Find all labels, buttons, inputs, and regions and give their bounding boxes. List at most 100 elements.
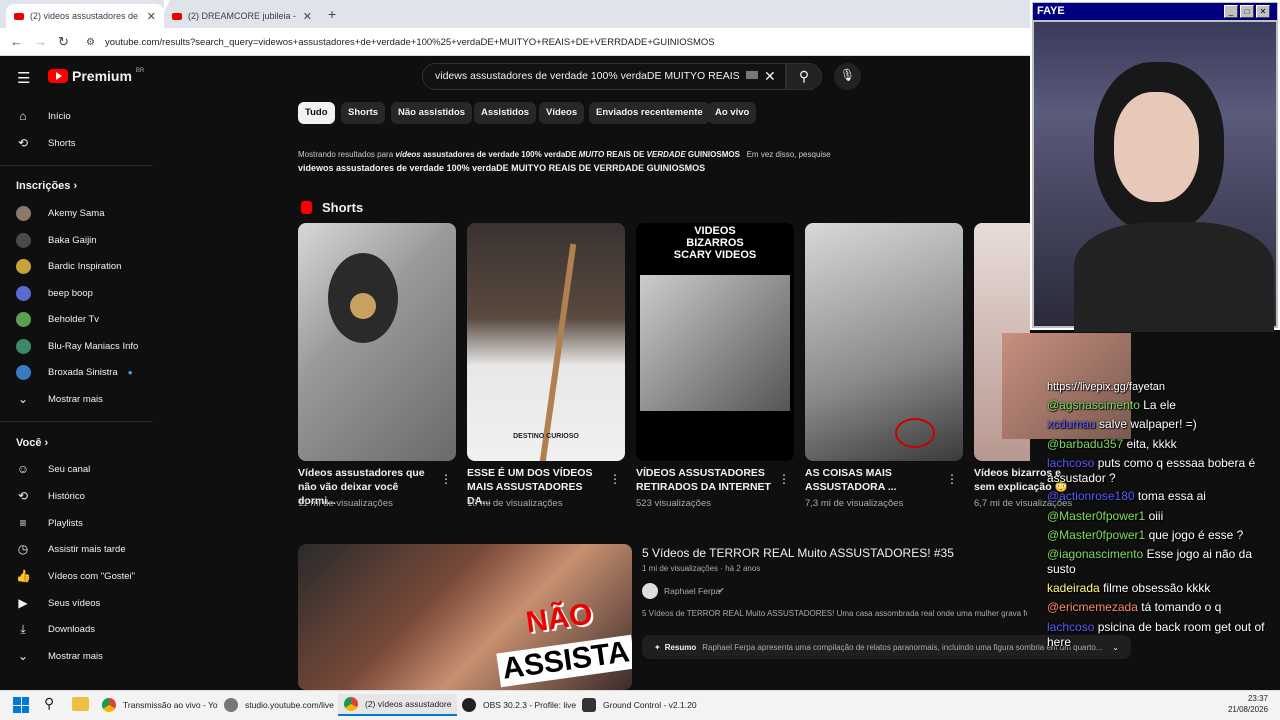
close-icon[interactable]: ✕ [1256, 5, 1270, 18]
taskbar-search-icon[interactable]: ⚲ [44, 695, 54, 712]
taskbar-item[interactable]: Transmissão ao vivo - Yo [102, 694, 218, 716]
browser-tab[interactable]: (2) DREAMCORE jubileia - YouTu ✕ [164, 4, 320, 28]
history-icon: ⟲ [17, 489, 29, 503]
chat-message: @agsnascimento La ele [1047, 398, 1176, 412]
search-instead-link[interactable]: videwos assustadores de verdade 100% ver… [298, 163, 705, 173]
sidebar-item-liked[interactable]: 👍 Vídeos com "Gostei" [16, 569, 135, 583]
sidebar-item-your-channel[interactable]: ☺ Seu canal [16, 462, 90, 476]
taskbar-item[interactable]: OBS 30.2.3 - Profile: live [462, 694, 576, 716]
video-thumbnail[interactable]: NÃO ASSISTA [298, 544, 632, 690]
forward-icon[interactable]: → [34, 34, 47, 49]
chip-live[interactable]: Ao vivo [708, 102, 757, 124]
shorts-heading: Shorts [322, 200, 364, 215]
sidebar-divider [0, 421, 153, 422]
chrome-icon [102, 698, 116, 712]
chip-videos[interactable]: Vídeos [539, 102, 585, 124]
taskbar-item[interactable]: studio.youtube.com/live [224, 694, 334, 716]
short-title[interactable]: AS COISAS MAIS ASSUSTADORA ... [805, 466, 945, 494]
sidebar-item-subscription[interactable]: Bardic Inspiration [16, 259, 121, 274]
sidebar-item-subscription[interactable]: Baka Gaijin [16, 233, 97, 248]
video-title[interactable]: 5 Vídeos de TERROR REAL Muito ASSUSTADOR… [642, 546, 954, 560]
more-options-icon[interactable]: ⋮ [440, 472, 452, 486]
sidebar-item-label: Seu canal [48, 463, 91, 475]
browser-tab-active[interactable]: (2) videos assustadores de ver ✕ [6, 4, 164, 28]
menu-icon[interactable]: ☰ [17, 69, 30, 87]
sidebar-item-playlists[interactable]: ≡ Playlists [16, 516, 83, 530]
taskbar-item[interactable]: Ground Control - v2.1.20 [582, 694, 697, 716]
reload-icon[interactable]: ↻ [58, 34, 69, 50]
sidebar-divider [0, 165, 153, 166]
minimize-icon[interactable]: _ [1224, 5, 1238, 18]
mouse-cursor-icon [164, 0, 170, 12]
new-tab-icon[interactable]: + [328, 6, 336, 22]
chat-message: kadeirada filme obsessão kkkk [1047, 581, 1211, 595]
sidebar-item-watch-later[interactable]: ◷ Assistir mais tarde [16, 542, 126, 556]
subscriptions-heading[interactable]: Inscrições › [16, 180, 77, 192]
sidebar-item-home[interactable]: ⌂ Início [16, 109, 71, 123]
chip-recently-uploaded[interactable]: Enviados recentemente [589, 102, 710, 124]
sidebar-item-history[interactable]: ⟲ Histórico [16, 489, 85, 503]
voice-search-button[interactable]: 🎙 [834, 63, 861, 90]
sidebar-show-more-2[interactable]: ⌄ Mostrar mais [16, 649, 103, 663]
close-tab-icon[interactable]: ✕ [147, 10, 156, 23]
chat-message: lachcoso puts como q esssaa bobera é ass… [1047, 456, 1256, 485]
sidebar-item-label: Seus vídeos [48, 597, 101, 609]
search-button[interactable]: ⚲ [786, 63, 822, 90]
sidebar-item-downloads[interactable]: ⤓ Downloads [16, 622, 95, 636]
channel-name[interactable]: Raphael Ferpa [664, 586, 720, 596]
clear-search-icon[interactable]: ✕ [764, 68, 776, 85]
more-options-icon[interactable]: ⋮ [778, 472, 790, 486]
youtube-logo[interactable]: Premium BR [48, 68, 144, 84]
more-options-icon[interactable]: ⋮ [609, 472, 621, 486]
more-options-icon[interactable]: ⋮ [946, 472, 958, 486]
chip-watched[interactable]: Assistidos [474, 102, 537, 124]
sidebar-item-subscription[interactable]: Beholder Tv [16, 312, 99, 327]
chat-message: @actionrose180 toma essa ai [1047, 489, 1206, 503]
sidebar-item-subscription[interactable]: beep boop [16, 286, 93, 301]
webcam-title: FAYE [1037, 5, 1065, 17]
channel-avatar [16, 365, 31, 380]
chip-not-watched[interactable]: Não assistidos [391, 102, 473, 124]
chevron-down-icon: ⌄ [17, 649, 29, 663]
sidebar-item-shorts[interactable]: ⟲ Shorts [16, 136, 76, 150]
sidebar-item-subscription[interactable]: Blu-Ray Maniacs Info [16, 339, 138, 354]
short-views: 7,3 mi de visualizações [805, 498, 904, 509]
short-thumbnail[interactable]: DESTINO CURIOSO [467, 223, 625, 461]
channel-avatar[interactable] [642, 583, 658, 599]
sidebar-item-label: Playlists [48, 517, 83, 529]
thumbnail-watermark: DESTINO CURIOSO [513, 433, 579, 440]
file-explorer-icon[interactable] [72, 697, 89, 711]
webcam-person-face [1114, 92, 1199, 202]
chip-shorts[interactable]: Shorts [341, 102, 386, 124]
sidebar-item-your-videos[interactable]: ▶ Seus vídeos [16, 596, 100, 610]
short-title[interactable]: VÍDEOS ASSUSTADORES RETIRADOS DA INTERNE… [636, 466, 776, 494]
url-field[interactable]: youtube.com/results?search_query=videwos… [105, 37, 715, 48]
back-icon[interactable]: ← [10, 34, 23, 49]
close-tab-icon[interactable]: ✕ [303, 10, 312, 23]
sparkle-icon: ✦ [654, 642, 661, 652]
search-input[interactable]: videws assustadores de verdade 100% verd… [422, 63, 786, 90]
sidebar-show-more[interactable]: ⌄ Mostrar mais [16, 392, 103, 406]
thumbnail-photo [640, 275, 790, 411]
short-thumbnail[interactable] [298, 223, 456, 461]
sidebar-item-subscription[interactable]: Broxada Sinistra ● [16, 365, 133, 380]
maximize-icon[interactable]: □ [1240, 5, 1254, 18]
chip-all[interactable]: Tudo [298, 102, 335, 124]
playlists-icon: ≡ [19, 516, 27, 530]
channel-icon: ☺ [16, 462, 30, 476]
site-info-icon[interactable]: ⚙ [86, 37, 95, 48]
sidebar-item-label: Downloads [48, 623, 95, 635]
short-thumbnail[interactable] [805, 223, 963, 461]
keyboard-icon[interactable] [746, 71, 758, 79]
sidebar-item-label: Akemy Sama [48, 208, 105, 219]
chat-message: @ericmemezada tá tomando o q [1047, 600, 1222, 614]
you-heading[interactable]: Você › [16, 437, 48, 449]
sidebar-item-label: Início [48, 110, 71, 122]
system-clock[interactable]: 23:37 21/08/2026 [1222, 693, 1268, 715]
chat-message: @iagonascimento Esse jogo ai não da sust… [1047, 547, 1252, 576]
sidebar-item-subscription[interactable]: Akemy Sama [16, 206, 105, 221]
short-thumbnail[interactable]: VIDEOS BIZARROS SCARY VIDEOS [636, 223, 794, 461]
sidebar-item-label: Shorts [48, 137, 76, 149]
windows-start-icon[interactable] [13, 697, 29, 713]
taskbar-item-active[interactable]: (2) vídeos assustadore [338, 694, 458, 716]
